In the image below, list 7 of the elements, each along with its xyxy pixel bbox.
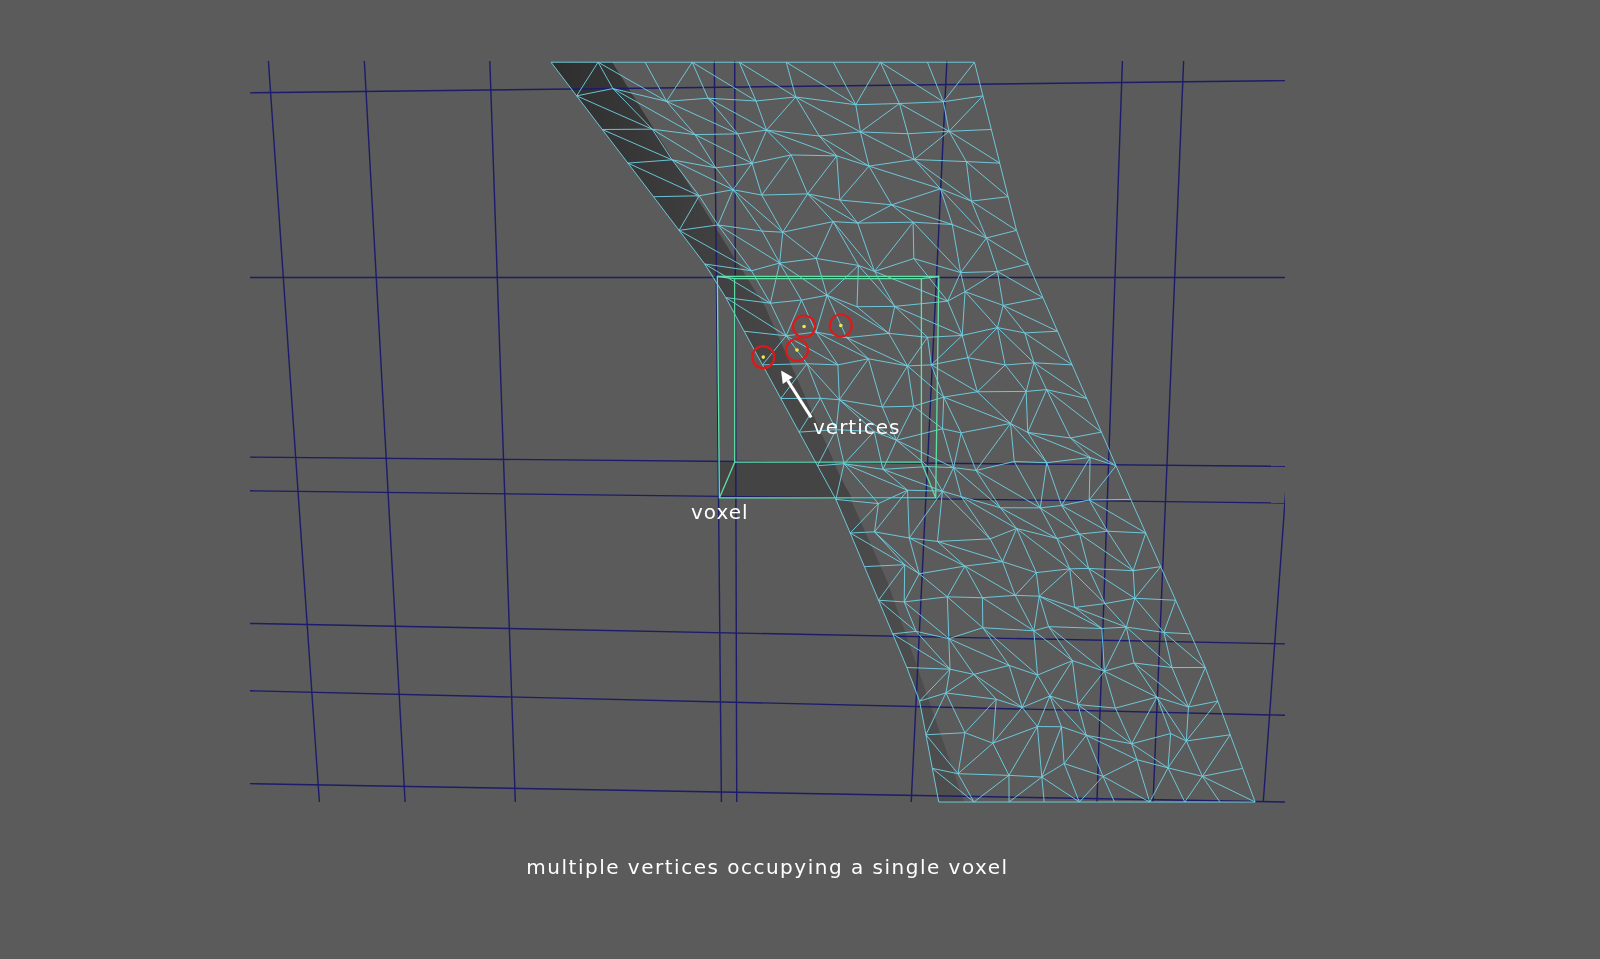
figure-caption: multiple vertices occupying a single voxel <box>526 854 1009 881</box>
vertex-highlight-circle <box>828 313 853 338</box>
annotation-label: voxel <box>691 502 749 522</box>
vertex-highlight-circle <box>784 337 810 363</box>
vertex-highlight-circle <box>792 314 817 339</box>
arrow <box>781 370 813 419</box>
vertex-highlight-circle <box>751 345 776 370</box>
